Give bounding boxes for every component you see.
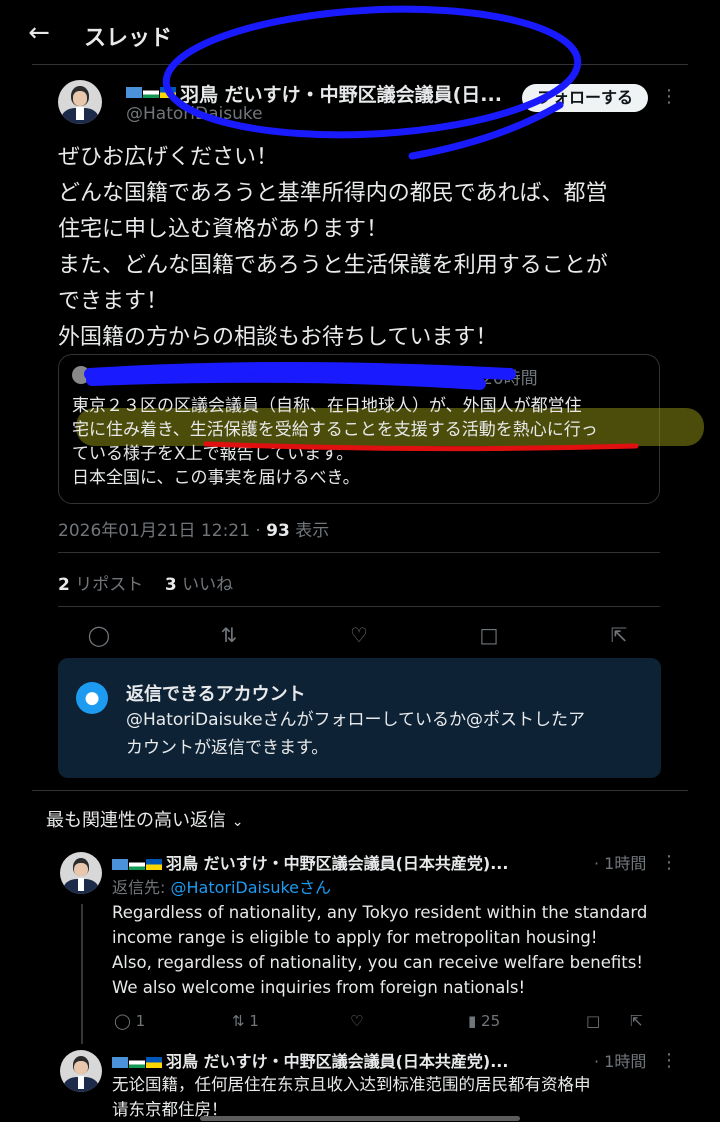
thread-line — [81, 904, 83, 1044]
like-icon[interactable]: ♡ — [350, 1012, 363, 1030]
reply-to-handle[interactable]: @HatoriDaisukeさん — [170, 878, 331, 897]
reply-time: · 1時間 — [594, 1052, 647, 1071]
post-stats: 2 リポスト 3 いいね — [58, 570, 233, 595]
likes-label[interactable]: いいね — [182, 575, 233, 595]
reply-sort-dropdown[interactable]: 最も関連性の高い返信 ⌄ — [46, 806, 243, 832]
more-options-icon[interactable]: ⋮ — [660, 1050, 678, 1071]
divider — [32, 790, 688, 791]
blue-redaction-scribble — [84, 362, 516, 390]
reply-author-name[interactable]: 羽鳥 だいすけ・中野区議会議員(日本共産党)... — [166, 850, 508, 874]
views-label: 表示 — [295, 521, 330, 541]
repost-icon[interactable]: ⇅ — [214, 620, 244, 650]
share-icon[interactable]: ⇱ — [604, 620, 634, 650]
reply-count: 1 — [135, 1012, 146, 1030]
reply-icon[interactable]: ◯ — [84, 620, 114, 650]
reply-restriction-text: @HatoriDaisukeさんがフォローしているか@ポストしたア カウントが返… — [126, 706, 646, 762]
reply-restriction-title: 返信できるアカウント — [126, 684, 306, 705]
avatar[interactable] — [60, 852, 102, 894]
post-meta: 2026年01月21日 12:21 · 93 表示 — [58, 521, 330, 541]
views-count: 25 — [481, 1012, 501, 1030]
reply-time: · 1時間 — [594, 854, 647, 873]
reply-reply-action[interactable]: ◯ 1 — [114, 1012, 145, 1030]
share-icon[interactable]: ⇱ — [630, 1012, 643, 1030]
reply-line: Regardless of nationality, any Tokyo res… — [112, 903, 648, 922]
sort-label: 最も関連性の高い返信 — [46, 810, 226, 831]
reply-line: 无论国籍，任何居住在东京且收入达到标准范围的居民都有资格申 — [112, 1075, 591, 1094]
reposts-label[interactable]: リポスト — [75, 575, 143, 595]
reply-views-action[interactable]: ▮ 25 — [468, 1012, 500, 1030]
action-bar: ◯ ⇅ ♡ □ ⇱ — [58, 620, 658, 650]
divider — [58, 552, 660, 553]
repost-count: 1 — [249, 1012, 259, 1030]
reply-restriction-line: @HatoriDaisukeさんがフォローしているか@ポストしたア — [126, 710, 586, 730]
reply-to: 返信先: @HatoriDaisukeさん — [112, 874, 331, 898]
reply-body: 无论国籍，任何居住在东京且收入达到标准范围的居民都有资格申 请东京都住房！ — [112, 1072, 591, 1122]
more-options-icon[interactable]: ⋮ — [660, 852, 678, 873]
views-count: 93 — [266, 521, 290, 541]
reply-line: Also, regardless of nationality, you can… — [112, 953, 643, 972]
reply-restriction-line: カウントが返信できます。 — [126, 738, 329, 758]
bookmark-icon[interactable]: □ — [474, 620, 504, 650]
reply-to-prefix: 返信先: — [112, 878, 171, 897]
bookmark-icon[interactable]: □ — [586, 1012, 600, 1030]
flag-emojis — [112, 854, 163, 873]
user-check-icon: ● — [76, 682, 108, 714]
reply-repost-action[interactable]: ⇅ 1 — [232, 1012, 259, 1030]
divider — [58, 606, 660, 607]
reply-line: income range is eligible to apply for me… — [112, 928, 598, 947]
like-icon[interactable]: ♡ — [344, 620, 374, 650]
chevron-down-icon: ⌄ — [231, 814, 244, 830]
post-timestamp[interactable]: 2026年01月21日 12:21 — [58, 521, 250, 541]
home-indicator — [200, 1116, 520, 1121]
reply-line: We also welcome inquiries from foreign n… — [112, 978, 526, 997]
reposts-count[interactable]: 2 — [58, 575, 70, 595]
avatar[interactable] — [60, 1050, 102, 1092]
reply-author-name[interactable]: 羽鳥 だいすけ・中野区議会議員(日本共産党)... — [166, 1048, 508, 1072]
likes-count[interactable]: 3 — [165, 575, 177, 595]
flag-emojis — [112, 1052, 163, 1071]
reply-body: Regardless of nationality, any Tokyo res… — [112, 900, 647, 1000]
red-underline-annotation — [203, 441, 639, 452]
